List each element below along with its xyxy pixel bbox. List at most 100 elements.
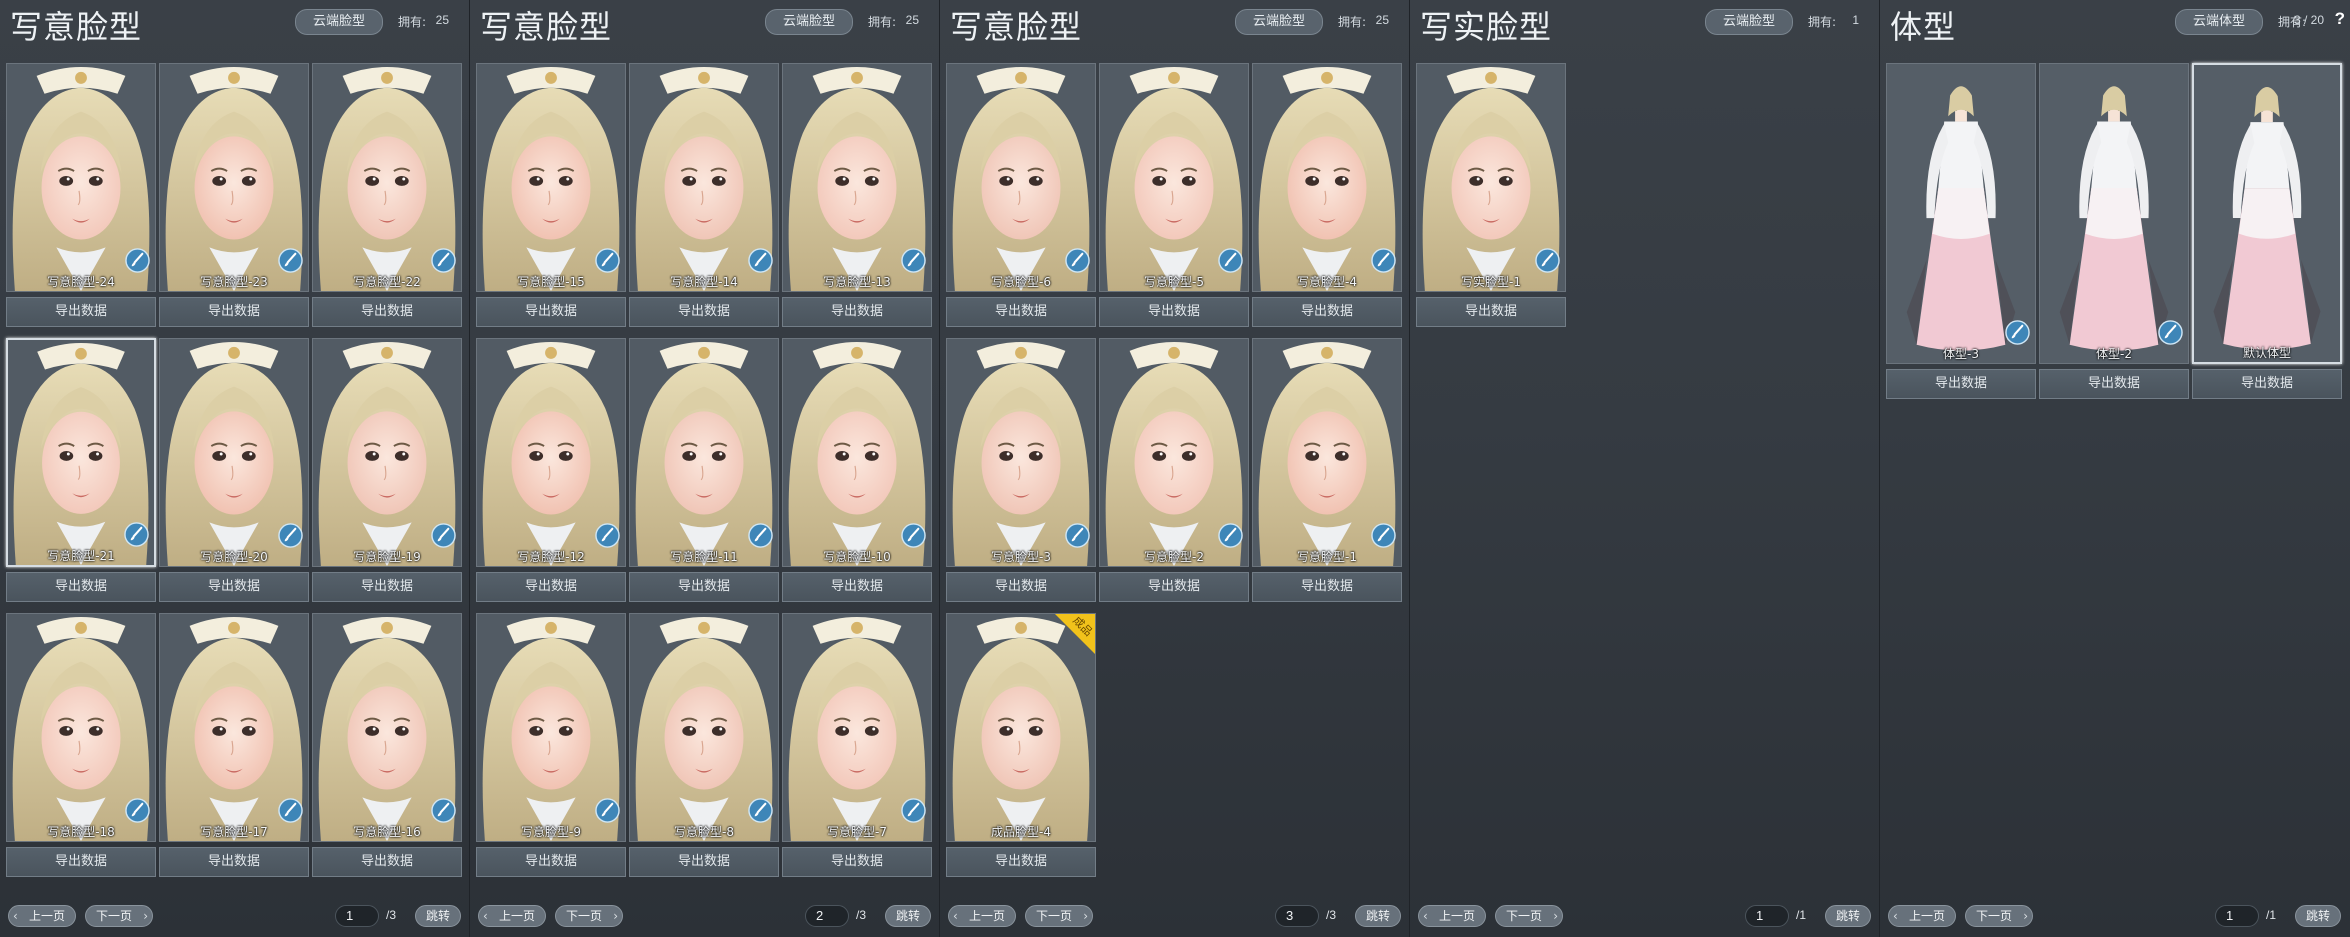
export-data-button[interactable]: 导出数据	[946, 572, 1096, 602]
export-data-button[interactable]: 导出数据	[476, 297, 626, 327]
export-data-button[interactable]: 导出数据	[6, 297, 156, 327]
export-data-button[interactable]: 导出数据	[782, 297, 932, 327]
body-thumbnail[interactable]: 默认体型	[2192, 63, 2342, 364]
edit-brush-icon[interactable]	[748, 523, 773, 548]
edit-brush-icon[interactable]	[1535, 248, 1560, 273]
export-data-button[interactable]: 导出数据	[629, 572, 779, 602]
edit-brush-icon[interactable]	[2005, 320, 2030, 345]
next-page-button[interactable]: 下一页 ›	[1025, 905, 1093, 927]
jump-page-button[interactable]: 跳转	[885, 905, 931, 927]
export-data-button[interactable]: 导出数据	[629, 847, 779, 877]
face-thumbnail[interactable]: 写意脸型-22	[312, 63, 462, 292]
edit-brush-icon[interactable]	[431, 248, 456, 273]
face-thumbnail[interactable]: 写意脸型-17	[159, 613, 309, 842]
export-data-button[interactable]: 导出数据	[1886, 369, 2036, 399]
body-card[interactable]: 体型-2 导出数据	[2039, 63, 2189, 399]
next-page-button[interactable]: 下一页 ›	[1965, 905, 2033, 927]
face-thumbnail[interactable]: 写意脸型-6	[946, 63, 1096, 292]
face-thumbnail[interactable]: 写意脸型-2	[1099, 338, 1249, 567]
export-data-button[interactable]: 导出数据	[312, 847, 462, 877]
face-card[interactable]: 写意脸型-18 导出数据	[6, 613, 156, 877]
edit-brush-icon[interactable]	[125, 248, 150, 273]
face-thumbnail[interactable]: 写意脸型-15	[476, 63, 626, 292]
face-card[interactable]: 写意脸型-22 导出数据	[312, 63, 462, 327]
prev-page-button[interactable]: ‹ 上一页	[948, 905, 1016, 927]
edit-brush-icon[interactable]	[431, 523, 456, 548]
face-thumbnail[interactable]: 写意脸型-16	[312, 613, 462, 842]
edit-brush-icon[interactable]	[1371, 248, 1396, 273]
face-thumbnail[interactable]: 写意脸型-3	[946, 338, 1096, 567]
edit-brush-icon[interactable]	[431, 798, 456, 823]
edit-brush-icon[interactable]	[595, 798, 620, 823]
face-thumbnail[interactable]: 写意脸型-19	[312, 338, 462, 567]
face-thumbnail[interactable]: 写意脸型-12	[476, 338, 626, 567]
export-data-button[interactable]: 导出数据	[629, 297, 779, 327]
prev-page-button[interactable]: ‹ 上一页	[8, 905, 76, 927]
export-data-button[interactable]: 导出数据	[476, 572, 626, 602]
face-thumbnail[interactable]: 写意脸型-4	[1252, 63, 1402, 292]
face-thumbnail[interactable]: 写意脸型-7	[782, 613, 932, 842]
face-thumbnail[interactable]: 写意脸型-8	[629, 613, 779, 842]
face-thumbnail[interactable]: 写意脸型-14	[629, 63, 779, 292]
face-thumbnail[interactable]: 写意脸型-5	[1099, 63, 1249, 292]
export-data-button[interactable]: 导出数据	[946, 847, 1096, 877]
face-thumbnail[interactable]: 写意脸型-21	[6, 338, 156, 567]
edit-brush-icon[interactable]	[1065, 248, 1090, 273]
face-thumbnail[interactable]: 写意脸型-11	[629, 338, 779, 567]
face-thumbnail[interactable]: 写意脸型-10	[782, 338, 932, 567]
body-card[interactable]: 默认体型 导出数据	[2192, 63, 2342, 399]
face-card[interactable]: 写意脸型-16 导出数据	[312, 613, 462, 877]
face-card[interactable]: 写意脸型-7 导出数据	[782, 613, 932, 877]
face-thumbnail[interactable]: 写意脸型-1	[1252, 338, 1402, 567]
edit-brush-icon[interactable]	[748, 798, 773, 823]
jump-page-button[interactable]: 跳转	[1355, 905, 1401, 927]
export-data-button[interactable]: 导出数据	[476, 847, 626, 877]
face-card[interactable]: 写意脸型-17 导出数据	[159, 613, 309, 877]
face-thumbnail[interactable]: 写意脸型-13	[782, 63, 932, 292]
export-data-button[interactable]: 导出数据	[946, 297, 1096, 327]
face-card[interactable]: 写意脸型-19 导出数据	[312, 338, 462, 602]
prev-page-button[interactable]: ‹ 上一页	[1888, 905, 1956, 927]
face-card[interactable]: 写意脸型-5 导出数据	[1099, 63, 1249, 327]
face-card[interactable]: 写意脸型-23 导出数据	[159, 63, 309, 327]
edit-brush-icon[interactable]	[2158, 320, 2183, 345]
edit-brush-icon[interactable]	[901, 523, 926, 548]
face-card[interactable]: 写意脸型-21 导出数据	[6, 338, 156, 602]
edit-brush-icon[interactable]	[124, 522, 149, 547]
face-card[interactable]: 写意脸型-4 导出数据	[1252, 63, 1402, 327]
body-thumbnail[interactable]: 体型-3	[1886, 63, 2036, 364]
cloud-library-button[interactable]: 云端脸型	[1705, 9, 1793, 35]
edit-brush-icon[interactable]	[901, 798, 926, 823]
export-data-button[interactable]: 导出数据	[1416, 297, 1566, 327]
face-card[interactable]: 写意脸型-10 导出数据	[782, 338, 932, 602]
page-number-input[interactable]: 3	[1275, 905, 1319, 927]
face-card[interactable]: 写意脸型-6 导出数据	[946, 63, 1096, 327]
face-card[interactable]: 成品 成品脸型-4 导出数据	[946, 613, 1096, 877]
page-number-input[interactable]: 2	[805, 905, 849, 927]
export-data-button[interactable]: 导出数据	[159, 847, 309, 877]
cloud-library-button[interactable]: 云端体型	[2175, 9, 2263, 35]
face-card[interactable]: 写意脸型-2 导出数据	[1099, 338, 1249, 602]
export-data-button[interactable]: 导出数据	[159, 572, 309, 602]
export-data-button[interactable]: 导出数据	[6, 572, 156, 602]
export-data-button[interactable]: 导出数据	[782, 847, 932, 877]
export-data-button[interactable]: 导出数据	[312, 572, 462, 602]
face-card[interactable]: 写意脸型-3 导出数据	[946, 338, 1096, 602]
edit-brush-icon[interactable]	[1065, 523, 1090, 548]
body-thumbnail[interactable]: 体型-2	[2039, 63, 2189, 364]
export-data-button[interactable]: 导出数据	[2039, 369, 2189, 399]
face-card[interactable]: 写意脸型-13 导出数据	[782, 63, 932, 327]
edit-brush-icon[interactable]	[278, 248, 303, 273]
face-thumbnail[interactable]: 写意脸型-9	[476, 613, 626, 842]
face-card[interactable]: 写意脸型-24 导出数据	[6, 63, 156, 327]
edit-brush-icon[interactable]	[1371, 523, 1396, 548]
export-data-button[interactable]: 导出数据	[782, 572, 932, 602]
face-card[interactable]: 写意脸型-9 导出数据	[476, 613, 626, 877]
export-data-button[interactable]: 导出数据	[1099, 297, 1249, 327]
edit-brush-icon[interactable]	[1218, 248, 1243, 273]
export-data-button[interactable]: 导出数据	[6, 847, 156, 877]
face-card[interactable]: 写意脸型-12 导出数据	[476, 338, 626, 602]
edit-brush-icon[interactable]	[748, 248, 773, 273]
edit-brush-icon[interactable]	[595, 248, 620, 273]
prev-page-button[interactable]: ‹ 上一页	[478, 905, 546, 927]
